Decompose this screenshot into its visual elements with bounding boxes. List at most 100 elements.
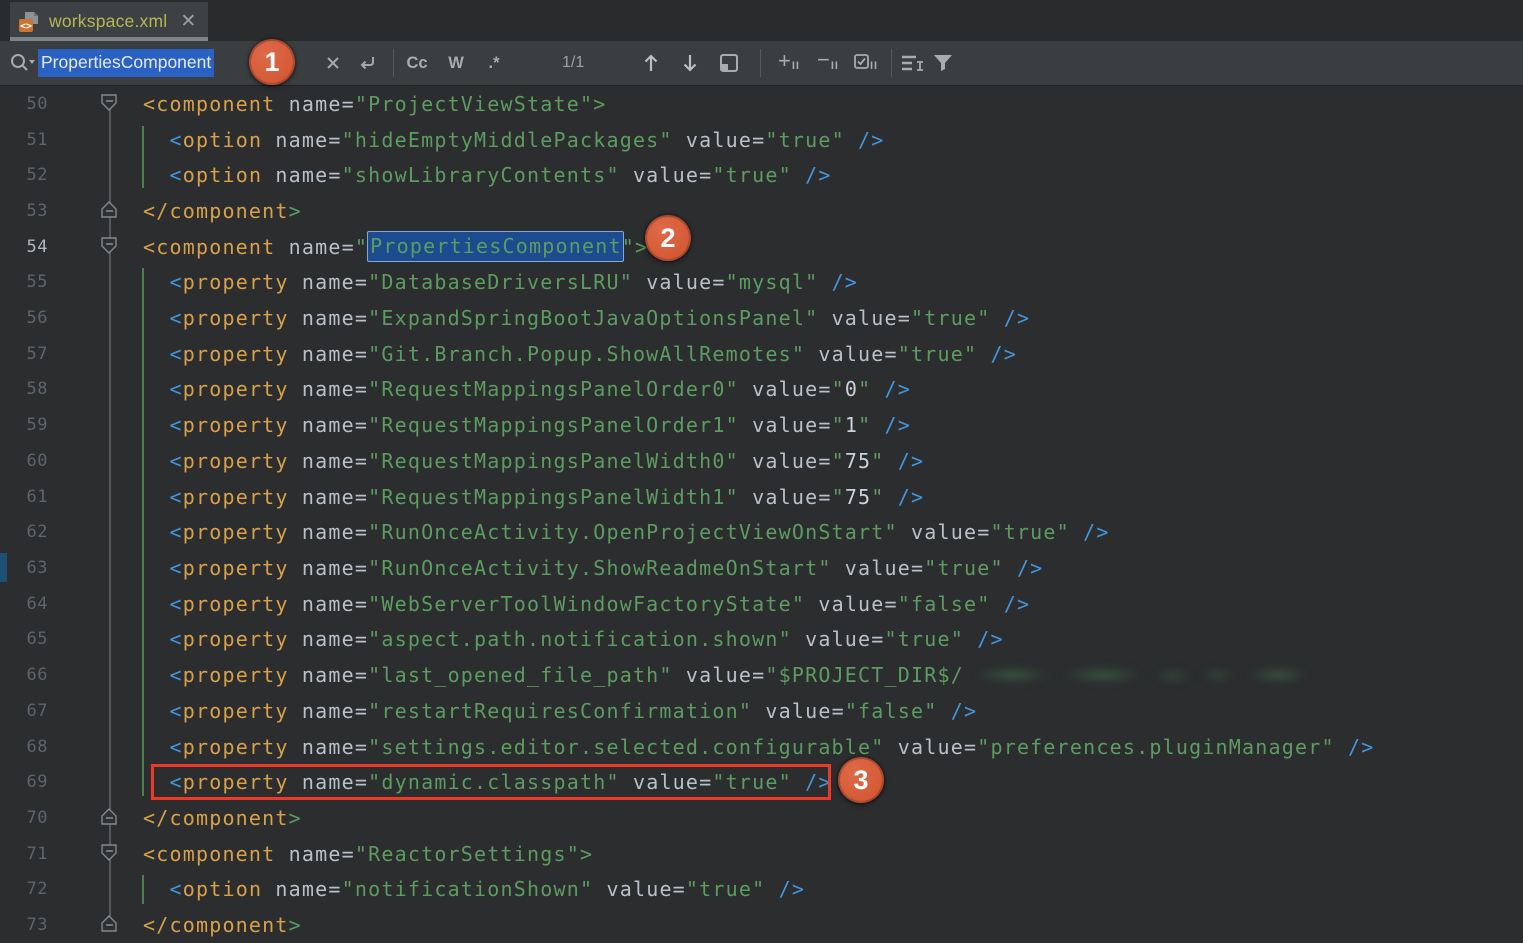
search-input[interactable]: PropertiesComponent: [38, 41, 214, 85]
tab-title: workspace.xml: [49, 11, 167, 32]
line-number: 52: [0, 165, 48, 185]
search-options-icon[interactable]: [897, 41, 927, 85]
code-text: <property name="last_opened_file_path" v…: [143, 657, 1308, 693]
add-occurrence-icon[interactable]: +II: [770, 41, 808, 85]
code-line: 55 <property name="DatabaseDriversLRU" v…: [0, 265, 1523, 301]
code-line: 54 <component name="PropertiesComponent"…: [0, 229, 1523, 265]
code-token: "$PROJECT_DIR$/: [765, 663, 964, 687]
code-token: <: [143, 592, 183, 616]
code-token: property: [183, 449, 289, 473]
code-token: />: [1070, 520, 1110, 544]
tab-workspace-xml[interactable]: <> workspace.xml ✕: [10, 2, 208, 41]
code-text: <property name="WebServerToolWindowFacto…: [143, 586, 1030, 622]
code-token: />: [818, 270, 858, 294]
code-token: value=: [885, 735, 978, 759]
code-line: 72 <option name="notificationShown" valu…: [0, 871, 1523, 907]
fold-collapse-icon[interactable]: [100, 236, 119, 256]
code-editor[interactable]: 50 <component name="ProjectViewState">51…: [0, 86, 1523, 943]
toolbar-separator: [760, 49, 761, 77]
code-token: name=: [275, 842, 354, 866]
code-token: "RequestMappingsPanelOrder0": [368, 377, 739, 401]
code-token: option: [183, 128, 262, 152]
code-token: value=: [818, 306, 911, 330]
code-token: 75: [845, 449, 871, 473]
line-number: 54: [0, 237, 48, 257]
search-icon[interactable]: [8, 41, 36, 85]
code-token: "ExpandSpringBootJavaOptionsPanel": [368, 306, 818, 330]
code-token: value=: [673, 128, 766, 152]
line-number: 60: [0, 451, 48, 471]
code-text: <property name="ExpandSpringBootJavaOpti…: [143, 300, 1030, 336]
svg-text:<>: <>: [20, 21, 32, 32]
code-line: 61 <property name="RequestMappingsPanelW…: [0, 479, 1523, 515]
code-token: name=: [262, 877, 341, 901]
fold-end-icon[interactable]: [100, 914, 119, 934]
code-text: <property name="RunOnceActivity.OpenProj…: [143, 514, 1110, 550]
code-text: <option name="showLibraryContents" value…: [143, 157, 832, 193]
code-token: "ReactorSettings": [355, 842, 580, 866]
code-line: 64 <property name="WebServerToolWindowFa…: [0, 586, 1523, 622]
tab-close-icon[interactable]: ✕: [180, 12, 196, 31]
regex-toggle[interactable]: .*: [479, 41, 509, 85]
line-number: 67: [0, 701, 48, 721]
line-number: 71: [0, 844, 48, 864]
fold-end-icon[interactable]: [100, 200, 119, 220]
next-occurrence-icon[interactable]: [675, 41, 705, 85]
line-number: 68: [0, 737, 48, 757]
code-token: property: [183, 520, 289, 544]
code-token: <: [143, 699, 183, 723]
code-token: <: [143, 485, 183, 509]
code-text: <property name="RequestMappingsPanelOrde…: [143, 372, 911, 408]
line-number: 57: [0, 344, 48, 364]
open-in-find-window-icon[interactable]: [714, 41, 744, 85]
code-token: >: [593, 92, 606, 116]
code-token: value=: [739, 377, 832, 401]
code-token: name=: [289, 592, 368, 616]
code-token: value=: [805, 342, 898, 366]
select-all-occurrences-icon[interactable]: II: [846, 41, 886, 85]
code-token: "true": [924, 556, 1003, 580]
match-case-toggle[interactable]: Cc: [402, 41, 432, 85]
fold-end-icon[interactable]: [100, 807, 119, 827]
code-token: value=: [805, 592, 898, 616]
code-token: ": [871, 449, 884, 473]
code-token: <: [143, 663, 183, 687]
code-token: />: [977, 342, 1017, 366]
code-text: <property name="DatabaseDriversLRU" valu…: [143, 265, 858, 301]
code-token: name=: [262, 128, 341, 152]
code-text: <component name="ReactorSettings">: [143, 836, 593, 872]
code-token: </component: [143, 199, 289, 223]
redacted-text: [968, 663, 1308, 687]
line-number: 70: [0, 808, 48, 828]
remove-occurrence-icon[interactable]: −II: [809, 41, 847, 85]
line-number: 73: [0, 915, 48, 935]
code-token: <: [143, 377, 183, 401]
code-token: value=: [673, 663, 766, 687]
clear-search-icon[interactable]: [318, 41, 348, 85]
fold-collapse-icon[interactable]: [100, 843, 119, 863]
filter-icon[interactable]: [928, 41, 958, 85]
code-line: 53 </component>: [0, 193, 1523, 229]
insert-newline-icon[interactable]: [352, 41, 382, 85]
fold-collapse-icon[interactable]: [100, 93, 119, 113]
code-token: <: [143, 735, 183, 759]
whole-words-toggle[interactable]: W: [441, 41, 471, 85]
code-token: 75: [845, 485, 871, 509]
code-token: </component: [143, 806, 289, 830]
code-text: </component>: [143, 800, 302, 836]
previous-occurrence-icon[interactable]: [636, 41, 666, 85]
code-token: name=: [289, 377, 368, 401]
line-number: 56: [0, 308, 48, 328]
code-token: />: [964, 627, 1004, 651]
code-token: <: [143, 306, 183, 330]
code-token: property: [183, 663, 289, 687]
code-text: <property name="Git.Branch.Popup.ShowAll…: [143, 336, 1017, 372]
code-line: 58 <property name="RequestMappingsPanelO…: [0, 372, 1523, 408]
code-line: 69 <property name="dynamic.classpath" va…: [0, 764, 1523, 800]
code-token: value=: [832, 556, 925, 580]
code-token: ": [832, 377, 845, 401]
code-token: option: [183, 163, 262, 187]
search-match-highlight: PropertiesComponent: [367, 231, 624, 262]
code-line: 73 </component>: [0, 907, 1523, 943]
code-token: />: [938, 699, 978, 723]
